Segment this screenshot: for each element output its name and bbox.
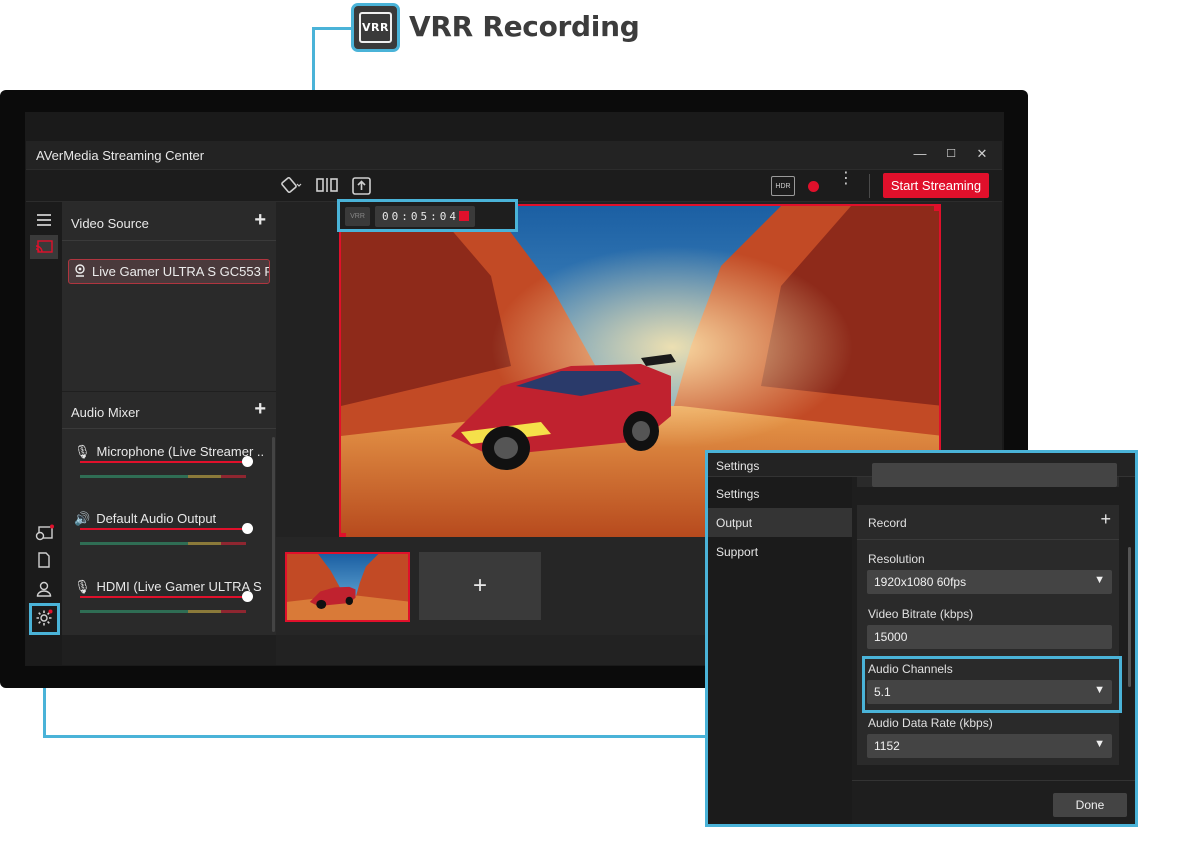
previous-field [872,463,1117,487]
settings-nav: Settings Output Support [708,477,852,824]
more-options-icon[interactable]: ⋮ [838,171,854,187]
volume-slider-handle[interactable] [242,523,253,534]
export-icon[interactable] [351,176,373,201]
volume-slider-handle[interactable] [242,456,253,467]
vrr-icon: VRR [345,207,370,226]
mixer-channel: 🔊 Default Audio Output [74,511,264,545]
volume-slider-handle[interactable] [242,591,253,602]
mixer-channel-label-row: 🔊 Default Audio Output [74,511,264,527]
video-source-heading: Video Source [71,216,149,231]
document-icon[interactable] [30,548,58,572]
audio-data-rate-label: Audio Data Rate (kbps) [868,716,993,730]
microphone-icon: 🎙 [74,579,91,594]
layout-split-icon[interactable] [316,176,338,199]
record-button[interactable] [802,175,824,197]
close-button[interactable]: ✕ [972,146,992,162]
callout-line [312,27,352,30]
panel-divider [62,428,276,429]
resolution-value: 1920x1080 60fps [874,575,967,589]
done-button[interactable]: Done [1053,793,1127,817]
chevron-down-icon: ▼ [1094,738,1105,750]
microphone-icon: 🎙 [74,444,91,459]
previous-section-card [857,463,1119,487]
resolution-label: Resolution [868,552,925,566]
mixer-channel-label: Default Audio Output [96,511,217,526]
webcam-icon [74,263,86,280]
video-source-item[interactable]: Live Gamer ULTRA S GC553 Pr [68,259,270,284]
settings-nav-support[interactable]: Support [708,537,852,566]
add-record-button[interactable]: + [1100,509,1111,530]
add-source-button[interactable]: + [254,209,266,232]
footer-divider [852,780,1135,781]
callout-line [43,735,707,738]
level-meter [80,475,246,478]
volume-slider[interactable] [80,596,246,598]
bitrate-value: 15000 [874,630,908,644]
record-dot-icon [807,180,819,192]
level-meter [80,610,246,613]
video-source-panel: Video Source + Live Gamer ULTRA S GC553 … [62,202,276,391]
callout-title: VRR Recording [409,10,640,43]
toolbar-divider [869,174,870,198]
selection-handle[interactable] [934,206,939,211]
mixer-channel: 🎙 HDMI (Live Gamer ULTRA S ... [74,579,264,613]
vrr-callout-badge: VRR [351,3,400,52]
settings-nav-settings[interactable]: Settings [708,479,852,508]
add-audio-button[interactable]: + [254,398,266,421]
stop-recording-icon[interactable] [459,211,469,221]
volume-slider[interactable] [80,528,246,530]
video-source-label: Live Gamer ULTRA S GC553 Pr [92,264,270,279]
recording-status-bar: VRR 00:05:04 [337,199,518,232]
scene-thumbnail-image [287,554,408,620]
add-scene-button[interactable]: + [419,552,541,620]
audio-mixer-heading: Audio Mixer [71,405,140,420]
mixer-channel: 🎙 Microphone (Live Streamer ... [74,444,264,478]
mixer-channel-label-row: 🎙 Microphone (Live Streamer ... [74,444,264,460]
settings-dialog: Settings Settings Output Support Record … [705,450,1138,827]
mixer-channel-label: HDMI (Live Gamer ULTRA S ... [96,579,264,594]
minimize-button[interactable]: — [910,146,930,161]
menu-icon[interactable] [30,208,58,232]
recording-time: 00:05:04 [382,210,459,223]
mixer-scrollbar[interactable] [272,437,275,632]
window-title: AVerMedia Streaming Center [36,148,205,163]
audio-channels-highlight [862,656,1122,713]
vrr-icon: VRR [359,12,392,43]
audio-mixer-panel: Audio Mixer + 🎙 Microphone (Live Streamer… [62,392,276,635]
audio-data-rate-select[interactable]: 1152 ▼ [867,734,1112,758]
resolution-select[interactable]: 1920x1080 60fps ▼ [867,570,1112,594]
bitrate-input[interactable]: 15000 [867,625,1112,649]
scene-settings-icon[interactable] [30,521,58,545]
settings-nav-output[interactable]: Output [708,508,852,537]
record-heading: Record [868,516,907,530]
volume-slider[interactable] [80,461,246,463]
settings-scrollbar[interactable] [1128,547,1131,687]
mixer-channel-label: Microphone (Live Streamer ... [96,444,264,459]
rotate-icon[interactable] [280,176,302,199]
mixer-channel-label-row: 🎙 HDMI (Live Gamer ULTRA S ... [74,579,264,595]
account-icon[interactable] [30,577,58,601]
scene-thumbnail[interactable] [285,552,410,622]
start-streaming-button[interactable]: Start Streaming [883,173,989,198]
maximize-button[interactable]: ☐ [941,147,961,160]
panel-divider [62,240,276,241]
section-divider [857,539,1119,540]
title-bar: AVerMedia Streaming Center — ☐ ✕ [26,141,1002,169]
audio-data-rate-value: 1152 [874,739,900,753]
hdr-icon[interactable]: HDR [771,176,795,196]
record-section: Record + Resolution 1920x1080 60fps ▼ Vi… [857,505,1119,765]
toolbar: HDR ⋮ Start Streaming [26,169,1002,202]
bitrate-label: Video Bitrate (kbps) [868,607,974,621]
left-rail [26,202,62,665]
level-meter [80,542,246,545]
speaker-icon: 🔊 [74,511,91,526]
cast-icon[interactable] [30,235,58,259]
recording-timer: 00:05:04 [375,206,475,227]
chevron-down-icon: ▼ [1094,574,1105,586]
settings-callout-highlight [29,603,60,635]
settings-content: Record + Resolution 1920x1080 60fps ▼ Vi… [852,463,1135,824]
